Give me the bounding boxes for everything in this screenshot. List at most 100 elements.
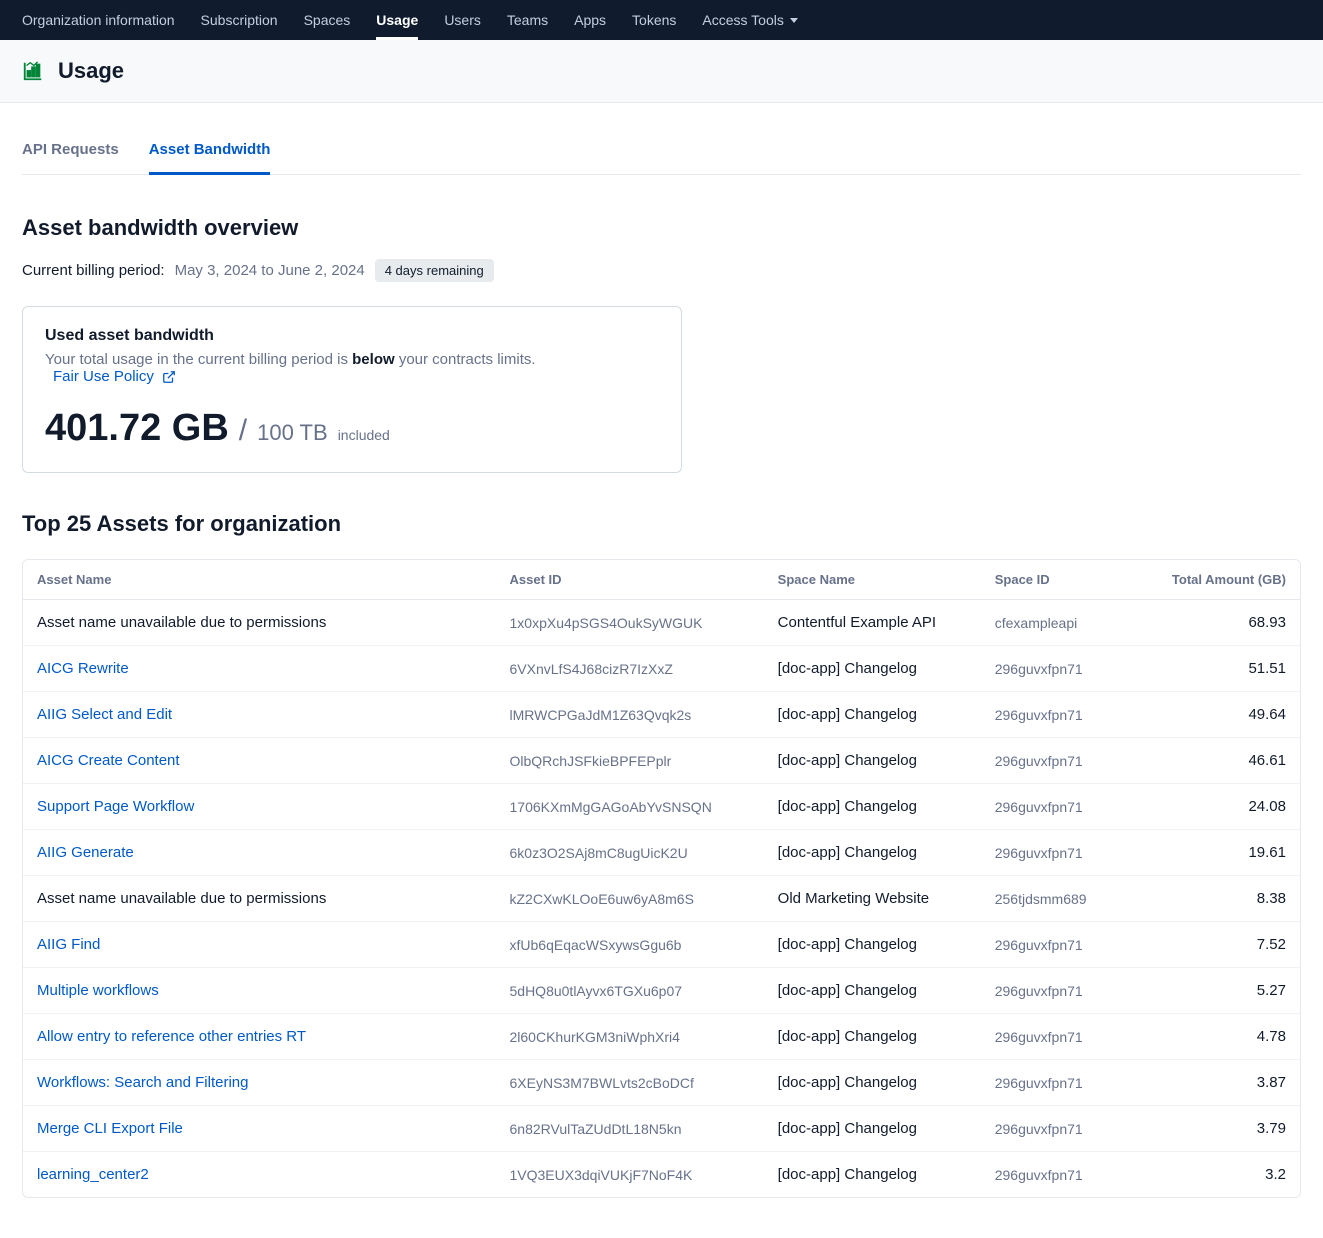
table-row: learning_center21VQ3EUX3dqiVUKjF7NoF4K[d…: [23, 1152, 1300, 1197]
cell-space-id: cfexampleapi: [981, 600, 1147, 646]
page-header: Usage: [0, 40, 1323, 103]
cell-space-name: [doc-app] Changelog: [764, 784, 981, 830]
nav-label: Teams: [507, 12, 548, 28]
asset-link[interactable]: Workflows: Search and Filtering: [37, 1074, 248, 1091]
cell-space-id: 296guvxfpn71: [981, 738, 1147, 784]
table-row: Merge CLI Export File 6n82RVulTaZUdDtL18N…: [23, 1106, 1300, 1152]
tab-asset-bandwidth[interactable]: Asset Bandwidth: [149, 129, 271, 175]
cell-asset-id: 6XEyNS3M7BWLvts2cBoDCf: [496, 1060, 764, 1106]
cell-asset-id: xfUb6qEqacWSxywsGgu6b: [496, 922, 764, 968]
usage-used: 401.72 GB: [45, 407, 229, 450]
cell-asset-id: 1706KXmMgGAGoAbYvSNSQN: [496, 784, 764, 830]
cell-space-name: [doc-app] Changelog: [764, 738, 981, 784]
billing-label: Current billing period:: [22, 262, 165, 279]
cell-total-amount: 51.51: [1147, 646, 1300, 692]
table-row: AICG Rewrite6VXnvLfS4J68cizR7IzXxZ[doc-a…: [23, 646, 1300, 692]
billing-period: Current billing period: May 3, 2024 to J…: [22, 259, 1301, 282]
desc-post: your contracts limits.: [395, 351, 536, 368]
cell-asset-name: AIIG Select and Edit: [23, 692, 496, 738]
asset-link[interactable]: Allow entry to reference other entries R…: [37, 1028, 306, 1045]
cell-space-name: [doc-app] Changelog: [764, 830, 981, 876]
asset-link[interactable]: AIIG Generate: [37, 844, 134, 861]
cell-total-amount: 68.93: [1147, 600, 1300, 646]
nav-label: Tokens: [632, 12, 676, 28]
cell-asset-id: 6n82RVulTaZUdDtL18N5kn: [496, 1106, 764, 1152]
nav-label: Access Tools: [702, 12, 783, 28]
cell-space-name: Contentful Example API: [764, 600, 981, 646]
fair-use-policy-link[interactable]: Fair Use Policy: [53, 368, 176, 385]
cell-space-name: Old Marketing Website: [764, 876, 981, 922]
usage-chart-icon: [22, 60, 44, 82]
asset-link[interactable]: AIIG Select and Edit: [37, 706, 172, 723]
cell-space-id: 296guvxfpn71: [981, 646, 1147, 692]
usage-separator: /: [239, 414, 247, 448]
top-assets-title: Top 25 Assets for organization: [22, 511, 1301, 537]
table-row: AIIG Select and Edit lMRWCPGaJdM1Z63Qvqk2…: [23, 692, 1300, 738]
table-row: AIIG Generate6k0z3O2SAj8mC8ugUicK2U[doc-…: [23, 830, 1300, 876]
cell-asset-id: 5dHQ8u0tlAyvx6TGXu6p07: [496, 968, 764, 1014]
cell-asset-name: learning_center2: [23, 1152, 496, 1197]
table-row: Workflows: Search and Filtering 6XEyNS3M7…: [23, 1060, 1300, 1106]
nav-tokens[interactable]: Tokens: [632, 0, 676, 40]
cell-asset-id: lMRWCPGaJdM1Z63Qvqk2s: [496, 692, 764, 738]
table-row: Asset name unavailable due to permission…: [23, 876, 1300, 922]
cell-space-id: 296guvxfpn71: [981, 1152, 1147, 1197]
nav-label: Organization information: [22, 12, 175, 28]
col-space-id: Space ID: [981, 560, 1147, 600]
cell-asset-name: AIIG Generate: [23, 830, 496, 876]
nav-label: Usage: [376, 12, 418, 28]
chevron-down-icon: [790, 18, 798, 23]
cell-asset-name: Support Page Workflow: [23, 784, 496, 830]
cell-total-amount: 4.78: [1147, 1014, 1300, 1060]
nav-subscription[interactable]: Subscription: [201, 0, 278, 40]
asset-link[interactable]: AICG Create Content: [37, 752, 180, 769]
cell-total-amount: 3.2: [1147, 1152, 1300, 1197]
cell-asset-id: 1VQ3EUX3dqiVUKjF7NoF4K: [496, 1152, 764, 1197]
col-asset-id: Asset ID: [496, 560, 764, 600]
cell-asset-id: 6VXnvLfS4J68cizR7IzXxZ: [496, 646, 764, 692]
desc-pre: Your total usage in the current billing …: [45, 351, 352, 368]
nav-label: Spaces: [304, 12, 351, 28]
asset-link[interactable]: learning_center2: [37, 1166, 149, 1183]
desc-bold: below: [352, 351, 395, 368]
asset-link[interactable]: Support Page Workflow: [37, 798, 194, 815]
asset-link[interactable]: AICG Rewrite: [37, 660, 129, 677]
cell-asset-id: 1x0xpXu4pSGS4OukSyWGUK: [496, 600, 764, 646]
nav-spaces[interactable]: Spaces: [304, 0, 351, 40]
nav-access-tools[interactable]: Access Tools: [702, 0, 797, 40]
asset-link[interactable]: Multiple workflows: [37, 982, 159, 999]
cell-total-amount: 3.87: [1147, 1060, 1300, 1106]
cell-space-id: 296guvxfpn71: [981, 1014, 1147, 1060]
usage-values: 401.72 GB / 100 TB included: [45, 407, 659, 450]
asset-link[interactable]: Merge CLI Export File: [37, 1120, 183, 1137]
nav-organization-information[interactable]: Organization information: [22, 0, 175, 40]
nav-apps[interactable]: Apps: [574, 0, 606, 40]
nav-label: Subscription: [201, 12, 278, 28]
cell-space-id: 296guvxfpn71: [981, 1106, 1147, 1152]
tab-api-requests[interactable]: API Requests: [22, 129, 119, 174]
cell-space-name: [doc-app] Changelog: [764, 1014, 981, 1060]
link-text: Fair Use Policy: [53, 368, 154, 385]
table-row: Allow entry to reference other entries R…: [23, 1014, 1300, 1060]
cell-asset-name: Asset name unavailable due to permission…: [23, 876, 496, 922]
cell-total-amount: 8.38: [1147, 876, 1300, 922]
days-remaining-badge: 4 days remaining: [375, 259, 494, 282]
usage-card: Used asset bandwidth Your total usage in…: [22, 306, 682, 473]
cell-asset-name: AIIG Find: [23, 922, 496, 968]
asset-link[interactable]: AIIG Find: [37, 936, 100, 953]
cell-total-amount: 19.61: [1147, 830, 1300, 876]
cell-asset-name: Multiple workflows: [23, 968, 496, 1014]
nav-usage[interactable]: Usage: [376, 0, 418, 40]
cell-space-id: 296guvxfpn71: [981, 968, 1147, 1014]
card-description: Your total usage in the current billing …: [45, 351, 659, 385]
cell-space-id: 296guvxfpn71: [981, 830, 1147, 876]
nav-users[interactable]: Users: [444, 0, 481, 40]
cell-total-amount: 49.64: [1147, 692, 1300, 738]
nav-teams[interactable]: Teams: [507, 0, 548, 40]
table-row: Asset name unavailable due to permission…: [23, 600, 1300, 646]
table-row: Multiple workflows 5dHQ8u0tlAyvx6TGXu6p07…: [23, 968, 1300, 1014]
page-title: Usage: [58, 58, 124, 84]
usage-included-label: included: [338, 427, 390, 443]
cell-total-amount: 5.27: [1147, 968, 1300, 1014]
billing-range: May 3, 2024 to June 2, 2024: [175, 262, 365, 279]
